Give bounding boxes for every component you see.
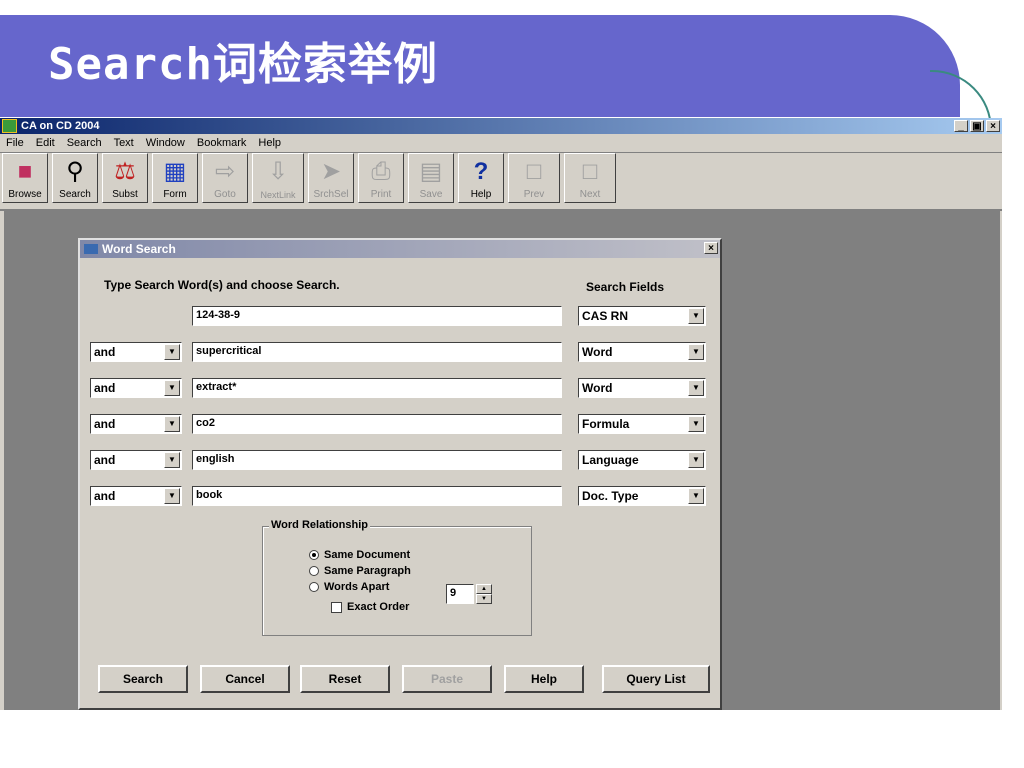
field-select-2[interactable]: Word ▼ bbox=[578, 342, 706, 362]
app-window: CA on CD 2004 _ ▣ × File Edit Search Tex… bbox=[0, 118, 1002, 710]
chevron-down-icon: ▼ bbox=[688, 416, 704, 432]
menu-search[interactable]: Search bbox=[61, 137, 108, 149]
subst-button[interactable]: ⚖ Subst bbox=[102, 153, 148, 203]
chevron-down-icon: ▼ bbox=[164, 380, 180, 396]
save-button[interactable]: ▤ Save bbox=[408, 153, 454, 203]
dialog-icon bbox=[84, 244, 98, 254]
goto-button[interactable]: ⇨ Goto bbox=[202, 153, 248, 203]
workspace: Word Search × Type Search Word(s) and ch… bbox=[4, 210, 1000, 710]
menu-help[interactable]: Help bbox=[252, 137, 287, 149]
pointer-icon: ➤ bbox=[320, 158, 342, 185]
radio-words-apart[interactable]: Words Apart bbox=[309, 581, 389, 593]
prev-icon: □ bbox=[526, 158, 542, 185]
window-controls: _ ▣ × bbox=[954, 120, 1000, 132]
operator-select-3[interactable]: and ▼ bbox=[90, 378, 182, 398]
goto-icon: ⇨ bbox=[214, 158, 236, 185]
reset-button[interactable]: Reset bbox=[300, 665, 390, 693]
restore-button[interactable]: ▣ bbox=[970, 120, 984, 132]
exact-order-checkbox[interactable]: Exact Order bbox=[331, 601, 409, 613]
chevron-down-icon: ▼ bbox=[688, 488, 704, 504]
chevron-down-icon: ▼ bbox=[164, 488, 180, 504]
radio-selected-icon bbox=[309, 550, 319, 560]
chevron-down-icon: ▼ bbox=[688, 344, 704, 360]
chevron-down-icon: ▼ bbox=[164, 416, 180, 432]
cancel-button[interactable]: Cancel bbox=[200, 665, 290, 693]
next-icon: □ bbox=[582, 158, 598, 185]
nextlink-icon: ⇩ bbox=[267, 158, 289, 185]
field-select-1[interactable]: CAS RN ▼ bbox=[578, 306, 706, 326]
help-button[interactable]: Help bbox=[504, 665, 584, 693]
menu-bar: File Edit Search Text Window Bookmark He… bbox=[0, 134, 1002, 153]
chevron-down-icon: ▼ bbox=[688, 380, 704, 396]
spin-up-icon[interactable]: ▲ bbox=[476, 584, 492, 594]
form-button[interactable]: ▦ Form bbox=[152, 153, 198, 203]
words-apart-spinner: 9 ▲ ▼ bbox=[446, 584, 494, 604]
app-icon bbox=[2, 119, 17, 133]
operator-select-4[interactable]: and ▼ bbox=[90, 414, 182, 434]
print-button[interactable]: ⎙ Print bbox=[358, 153, 404, 203]
chevron-down-icon: ▼ bbox=[688, 308, 704, 324]
printer-icon: ⎙ bbox=[371, 158, 391, 185]
beaker-icon: ▦ bbox=[163, 158, 187, 185]
dialog-close-button[interactable]: × bbox=[704, 242, 718, 254]
flask-icon: ⚖ bbox=[114, 158, 136, 185]
words-apart-input[interactable]: 9 bbox=[446, 584, 474, 604]
app-titlebar: CA on CD 2004 _ ▣ × bbox=[0, 118, 1002, 134]
chevron-down-icon: ▼ bbox=[164, 344, 180, 360]
question-icon: ? bbox=[473, 158, 489, 185]
toolbar: ■ Browse ⚲ Search ⚖ Subst ▦ Form ⇨ Goto ⇩ Next… bbox=[0, 153, 1002, 211]
menu-bookmark[interactable]: Bookmark bbox=[191, 137, 253, 149]
checkbox-icon bbox=[331, 601, 342, 613]
prev-button[interactable]: □ Prev bbox=[508, 153, 560, 203]
radio-same-paragraph[interactable]: Same Paragraph bbox=[309, 565, 411, 577]
close-button[interactable]: × bbox=[986, 120, 1000, 132]
paste-button[interactable]: Paste bbox=[402, 665, 492, 693]
search-button[interactable]: ⚲ Search bbox=[52, 153, 98, 203]
search-word-input-6[interactable]: book bbox=[192, 486, 562, 506]
word-relationship-group: Word Relationship Same Document Same Par… bbox=[262, 519, 532, 636]
menu-file[interactable]: File bbox=[0, 137, 30, 149]
field-select-3[interactable]: Word ▼ bbox=[578, 378, 706, 398]
operator-select-5[interactable]: and ▼ bbox=[90, 450, 182, 470]
next-button[interactable]: □ Next bbox=[564, 153, 616, 203]
search-button[interactable]: Search bbox=[98, 665, 188, 693]
field-select-4[interactable]: Formula ▼ bbox=[578, 414, 706, 434]
search-word-input-1[interactable]: 124-38-9 bbox=[192, 306, 562, 326]
magnifier-icon: ⚲ bbox=[66, 158, 84, 185]
dialog-titlebar: Word Search × bbox=[80, 240, 720, 258]
word-relationship-caption: Word Relationship bbox=[269, 519, 370, 531]
search-word-input-4[interactable]: co2 bbox=[192, 414, 562, 434]
radio-icon bbox=[309, 582, 319, 592]
chevron-down-icon: ▼ bbox=[688, 452, 704, 468]
operator-select-2[interactable]: and ▼ bbox=[90, 342, 182, 362]
word-search-dialog: Word Search × Type Search Word(s) and ch… bbox=[78, 238, 722, 710]
field-select-6[interactable]: Doc. Type ▼ bbox=[578, 486, 706, 506]
menu-window[interactable]: Window bbox=[140, 137, 191, 149]
minimize-button[interactable]: _ bbox=[954, 120, 968, 132]
app-title: CA on CD 2004 bbox=[21, 120, 100, 132]
nextlink-button[interactable]: ⇩ NextLink bbox=[252, 153, 304, 203]
field-select-5[interactable]: Language ▼ bbox=[578, 450, 706, 470]
srchsel-button[interactable]: ➤ SrchSel bbox=[308, 153, 354, 203]
search-word-input-2[interactable]: supercritical bbox=[192, 342, 562, 362]
dialog-title: Word Search bbox=[102, 242, 176, 256]
books-icon: ■ bbox=[17, 158, 33, 185]
spin-down-icon[interactable]: ▼ bbox=[476, 594, 492, 604]
search-fields-label: Search Fields bbox=[586, 280, 665, 294]
help-toolbar-button[interactable]: ? Help bbox=[458, 153, 504, 203]
chevron-down-icon: ▼ bbox=[164, 452, 180, 468]
search-word-input-3[interactable]: extract* bbox=[192, 378, 562, 398]
instruction-label: Type Search Word(s) and choose Search. bbox=[104, 278, 340, 292]
slide-title: Search词检索举例 bbox=[48, 39, 438, 90]
query-list-button[interactable]: Query List bbox=[602, 665, 710, 693]
operator-select-6[interactable]: and ▼ bbox=[90, 486, 182, 506]
browse-button[interactable]: ■ Browse bbox=[2, 153, 48, 203]
radio-icon bbox=[309, 566, 319, 576]
menu-edit[interactable]: Edit bbox=[30, 137, 61, 149]
search-word-input-5[interactable]: english bbox=[192, 450, 562, 470]
menu-text[interactable]: Text bbox=[108, 137, 140, 149]
radio-same-document[interactable]: Same Document bbox=[309, 549, 410, 561]
disk-icon: ▤ bbox=[419, 158, 443, 185]
